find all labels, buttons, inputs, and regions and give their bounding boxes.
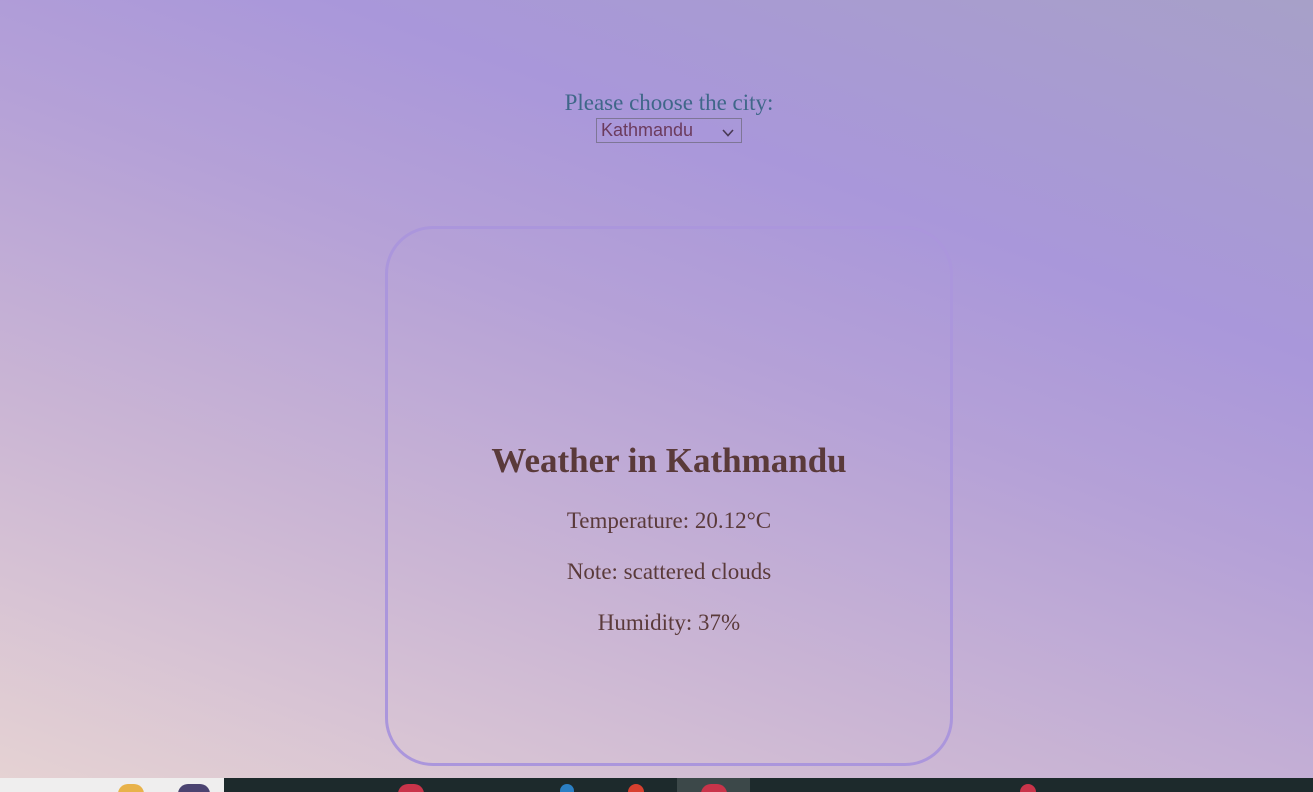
weather-title: Weather in Kathmandu xyxy=(491,441,847,480)
humidity-text: Humidity: 37% xyxy=(597,610,741,635)
city-select-label: Please choose the city: xyxy=(564,90,774,115)
browser-app-icon[interactable] xyxy=(398,784,424,792)
app-icon[interactable] xyxy=(628,784,644,792)
taskbar-tray-area xyxy=(0,778,224,792)
city-select[interactable]: Kathmandu xyxy=(596,118,742,143)
weather-card: Weather in Kathmandu Temperature: 20.12°… xyxy=(385,226,953,766)
temperature-text: Temperature: 20.12°C xyxy=(566,508,772,533)
editor-app-icon[interactable] xyxy=(560,784,574,792)
note-text: Note: scattered clouds xyxy=(566,559,772,584)
app-icon[interactable] xyxy=(178,784,210,792)
taskbar-active-app[interactable] xyxy=(677,778,750,792)
folder-app-icon[interactable] xyxy=(118,784,144,792)
weather-card-content: Weather in Kathmandu Temperature: 20.12°… xyxy=(388,441,950,660)
chevron-down-icon xyxy=(721,124,735,138)
city-select-value: Kathmandu xyxy=(601,120,694,140)
taskbar xyxy=(0,778,1313,792)
app-icon[interactable] xyxy=(1020,784,1036,792)
browser-app-icon xyxy=(701,784,727,792)
city-picker: Please choose the city: Kathmandu xyxy=(0,90,1313,143)
